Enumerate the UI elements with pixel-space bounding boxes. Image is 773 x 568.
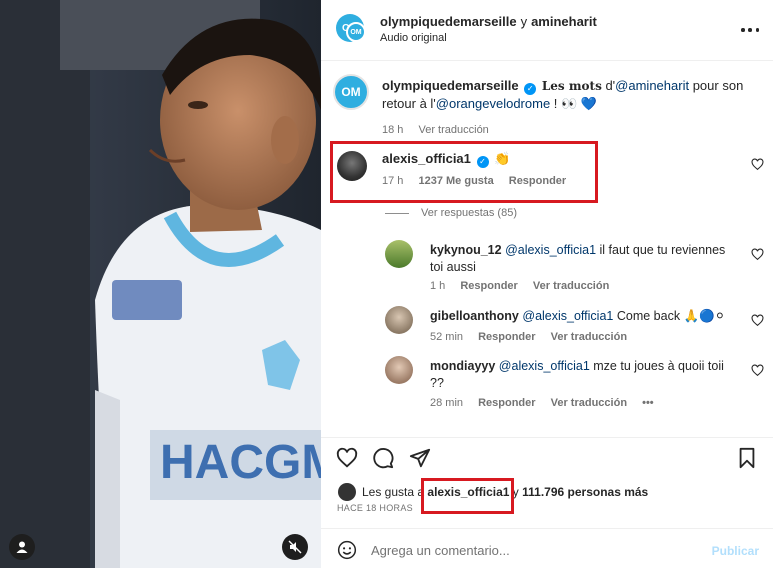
translate-link[interactable]: Ver traducción bbox=[551, 331, 627, 343]
avatar[interactable] bbox=[337, 151, 367, 181]
comment-meta: 17 h 1237 Me gusta Responder bbox=[382, 175, 578, 187]
header-connector: y bbox=[520, 14, 528, 29]
more-icon[interactable] bbox=[741, 23, 759, 37]
comment-text: 👏 bbox=[494, 151, 511, 166]
comment-likes[interactable]: 1237 Me gusta bbox=[418, 175, 493, 187]
comment-composer: Publicar bbox=[321, 528, 773, 568]
post-panel: OM OM olympiquedemarseilleyamineharit Au… bbox=[321, 0, 773, 568]
reply-body: Come back 🙏🔵⚪ bbox=[616, 309, 726, 323]
avatar bbox=[338, 483, 356, 501]
heart-icon[interactable] bbox=[751, 314, 764, 327]
avatar-secondary[interactable]: OM bbox=[346, 22, 366, 42]
replies-line bbox=[385, 212, 409, 214]
translate-link[interactable]: Ver traducción bbox=[551, 397, 627, 409]
reply-user[interactable]: mondiayyy bbox=[430, 359, 495, 373]
caption-meta: 18 h Ver traducción bbox=[382, 122, 752, 139]
post-header: OM OM olympiquedemarseilleyamineharit Au… bbox=[321, 0, 773, 61]
reply-button[interactable]: Responder bbox=[478, 331, 535, 343]
audio-label[interactable]: Audio original bbox=[380, 32, 447, 44]
comment-icon[interactable] bbox=[372, 447, 394, 469]
reply-time: 52 min bbox=[430, 331, 464, 343]
header-user1[interactable]: olympiquedemarseille bbox=[380, 14, 517, 29]
caption-text-a: d' bbox=[605, 78, 616, 93]
bookmark-icon[interactable] bbox=[736, 447, 758, 469]
post-button[interactable]: Publicar bbox=[712, 544, 759, 558]
reply-user[interactable]: kykynou_12 bbox=[430, 243, 502, 257]
caption-user[interactable]: olympiquedemarseille bbox=[382, 78, 519, 93]
likes-prefix: Les gusta a bbox=[362, 485, 425, 499]
likes-summary: Les gusta a alexis_officia1 y 111.796 pe… bbox=[338, 483, 648, 501]
mention[interactable]: @alexis_officia1 bbox=[499, 359, 590, 373]
post-media[interactable]: HACGM bbox=[0, 0, 321, 568]
user-tag-icon[interactable] bbox=[9, 534, 35, 560]
comment-head: alexis_officia1 ✓ 👏 bbox=[382, 151, 510, 168]
comment-input[interactable] bbox=[371, 539, 691, 561]
view-replies[interactable]: Ver respuestas (85) bbox=[385, 207, 517, 219]
verified-icon: ✓ bbox=[476, 156, 489, 168]
share-icon[interactable] bbox=[409, 447, 431, 469]
avatar[interactable] bbox=[385, 356, 413, 384]
likes-count[interactable]: 111.796 personas más bbox=[522, 485, 648, 499]
comment-user[interactable]: alexis_officia1 bbox=[382, 151, 471, 166]
reply-button[interactable]: Responder bbox=[478, 397, 535, 409]
reply-time: 28 min bbox=[430, 397, 464, 409]
mention[interactable]: @amineharit bbox=[615, 78, 689, 93]
reply-time: 1 h bbox=[430, 280, 446, 292]
caption-text: olympiquedemarseille ✓ Les mots d'@amine… bbox=[382, 77, 752, 139]
translate-link[interactable]: Ver traducción bbox=[418, 124, 488, 136]
action-bar bbox=[321, 437, 773, 475]
reply-text: gibelloanthony @alexis_officia1 Come bac… bbox=[430, 308, 740, 325]
heart-icon[interactable] bbox=[336, 447, 358, 469]
likes-connector: y bbox=[512, 485, 519, 499]
translate-link[interactable]: Ver traducción bbox=[533, 280, 609, 292]
player-photo: HACGM bbox=[0, 0, 321, 568]
mention[interactable]: @alexis_officia1 bbox=[505, 243, 596, 257]
mention[interactable]: @alexis_officia1 bbox=[522, 309, 613, 323]
comment-time: 17 h bbox=[382, 175, 404, 187]
avatar[interactable] bbox=[385, 240, 413, 268]
reply-button[interactable]: Responder bbox=[460, 280, 517, 292]
emoji-icon[interactable] bbox=[337, 540, 357, 560]
view-replies-label[interactable]: Ver respuestas (85) bbox=[421, 207, 517, 219]
verified-icon: ✓ bbox=[524, 83, 537, 95]
caption-text-c: ! 👀 💙 bbox=[553, 96, 598, 111]
heart-icon[interactable] bbox=[751, 158, 764, 171]
caption-time: 18 h bbox=[382, 124, 404, 136]
reply-button[interactable]: Responder bbox=[509, 175, 566, 187]
reply-meta: 52 min Responder Ver traducción bbox=[430, 331, 639, 343]
likes-user[interactable]: alexis_officia1 bbox=[427, 485, 509, 499]
heart-icon[interactable] bbox=[751, 364, 764, 377]
caption-lead: Les mots bbox=[541, 79, 602, 93]
reply-meta: 1 h Responder Ver traducción bbox=[430, 280, 621, 292]
header-user2[interactable]: amineharit bbox=[531, 14, 597, 29]
mention[interactable]: @orangevelodrome bbox=[436, 96, 550, 111]
mute-icon[interactable] bbox=[282, 534, 308, 560]
avatar[interactable] bbox=[385, 306, 413, 334]
reply-text: mondiayyy @alexis_officia1 mze tu joues … bbox=[430, 358, 740, 392]
reply-meta: 28 min Responder Ver traducción ••• bbox=[430, 397, 666, 409]
more-options-icon[interactable]: ••• bbox=[642, 397, 654, 409]
svg-text:HACGM: HACGM bbox=[160, 436, 321, 489]
reply-text: kykynou_12 @alexis_officia1 il faut que … bbox=[430, 242, 740, 276]
heart-icon[interactable] bbox=[751, 248, 764, 261]
post-time[interactable]: HACE 18 HORAS bbox=[337, 503, 413, 513]
reply-user[interactable]: gibelloanthony bbox=[430, 309, 519, 323]
header-usernames: olympiquedemarseille y amineharit bbox=[380, 14, 597, 29]
avatar[interactable]: OM bbox=[333, 74, 369, 110]
